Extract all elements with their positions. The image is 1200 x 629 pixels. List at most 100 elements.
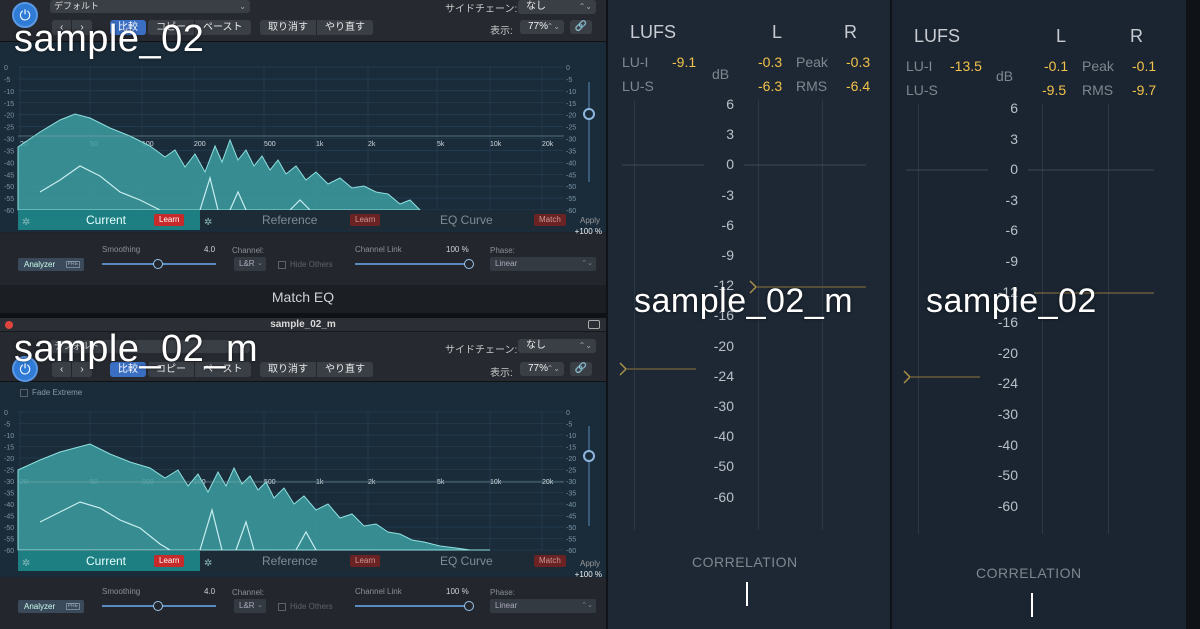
correlation-label: CORRELATION <box>692 554 798 570</box>
channel-link-knob[interactable] <box>464 601 474 611</box>
tab-strip: ✲ Current Learn ✲ Reference Learn EQ Curve Ma… <box>18 210 566 230</box>
channel-label: Channel: <box>232 588 265 597</box>
channel-link-label: Channel Link <box>355 245 402 254</box>
phase-select[interactable]: Linear ⌃⌄ <box>490 599 596 613</box>
learn-button-current[interactable]: Learn <box>154 214 185 226</box>
gear-icon[interactable]: ✲ <box>22 554 30 574</box>
undo-button[interactable]: 取り消す <box>260 362 317 377</box>
undo-button[interactable]: 取り消す <box>260 20 317 35</box>
db-tick-label: -25 <box>566 125 576 132</box>
tab-reference[interactable]: ✲ Reference Learn <box>204 551 384 571</box>
channel-link-value: 100 % <box>446 245 469 254</box>
checkbox-box[interactable] <box>278 260 286 269</box>
learn-button-current[interactable]: Learn <box>154 555 185 567</box>
overlay-label-meter-a: sample_02_m <box>634 282 854 320</box>
pre-badge[interactable]: PRE <box>65 261 80 268</box>
learn-button-reference[interactable]: Learn <box>350 555 381 567</box>
smoothing-knob[interactable] <box>153 259 163 269</box>
apply-fader-knob[interactable] <box>583 450 595 462</box>
channel-select[interactable]: L&R ⌄ <box>234 257 266 271</box>
analyzer-button[interactable]: Analyzer PRE <box>18 258 84 271</box>
meter-scale-label: 3 <box>726 126 734 143</box>
zoom-select[interactable]: 77% ⌃⌄ <box>520 20 564 34</box>
match-button[interactable]: Match <box>534 214 566 226</box>
gear-icon[interactable]: ✲ <box>22 213 30 233</box>
preset-select[interactable]: デフォルト ⌄ <box>50 0 250 13</box>
zoom-value: 77% <box>528 363 549 374</box>
db-tick-label: -55 <box>566 537 576 544</box>
db-tick-label: -35 <box>4 148 14 155</box>
tab-current[interactable]: ✲ Current Learn <box>18 210 200 230</box>
learn-button-reference[interactable]: Learn <box>350 214 381 226</box>
eq-graph-top[interactable]: 0 0 -5 -5 -10 -10 -15 -15 -20 -20 -25 -25 -30 -30 -35 -… <box>0 42 606 236</box>
match-button[interactable]: Match <box>534 555 566 567</box>
meter-scale-label: -20 <box>997 344 1018 361</box>
db-tick-label: -45 <box>4 172 14 179</box>
eq-graph-svg: 0 0 -5 -5 -10 -10 -15 -15 -20 -20 -25 -25 -30 -30 -35 -… <box>4 410 576 555</box>
meter-scale-label: 6 <box>726 96 734 112</box>
meter-scale-label: 3 <box>1010 130 1018 147</box>
loudness-meter-a: LUFS L R LU-I -9.1 LU-S dB -0.3 Peak -0.… <box>608 0 890 629</box>
gear-icon[interactable]: ✲ <box>204 554 212 574</box>
db-tick-label: -5 <box>566 422 572 429</box>
zoom-select[interactable]: 77% ⌃⌄ <box>520 362 564 376</box>
checkbox-box[interactable] <box>278 602 286 611</box>
db-tick-label: -40 <box>4 160 14 167</box>
tab-reference-label: Reference <box>262 213 318 227</box>
freq-tick-label: 5k <box>437 141 445 148</box>
meter-scale-label: 0 <box>726 156 734 173</box>
tab-eq-curve[interactable]: EQ Curve Match <box>388 210 566 230</box>
db-tick-label: -55 <box>4 196 14 203</box>
meter-scale-label: -50 <box>713 458 734 475</box>
gear-icon[interactable]: ✲ <box>204 213 212 233</box>
meter-scale-label: -3 <box>1005 191 1018 208</box>
apply-fader-knob[interactable] <box>583 108 595 120</box>
db-tick-label: -55 <box>566 196 576 203</box>
phase-value: Linear <box>495 601 518 610</box>
db-tick-label: -30 <box>566 137 576 144</box>
meter-scale-label: -6 <box>721 216 734 233</box>
freq-tick-label: 1k <box>316 141 324 148</box>
sidechain-label: サイドチェーン: <box>445 345 518 356</box>
undo-redo-segment: 取り消す やり直す <box>260 20 373 35</box>
smoothing-knob[interactable] <box>153 601 163 611</box>
chevron-updown-icon: ⌃⌄ <box>578 341 592 350</box>
smoothing-label: Smoothing <box>102 587 141 596</box>
channel-link-slider[interactable] <box>355 263 471 265</box>
db-tick-label: -30 <box>4 137 14 144</box>
apply-fader-track[interactable] <box>588 426 590 526</box>
sidechain-select[interactable]: なし ⌃⌄ <box>518 0 596 14</box>
redo-button[interactable]: やり直す <box>317 362 373 377</box>
channel-link-label: Channel Link <box>355 587 402 596</box>
pre-badge[interactable]: PRE <box>65 603 80 610</box>
eq-graph-bottom[interactable]: Fade Extreme 0 0 -5 -5 -10 -10 -15 -15 -20 -20 -25… <box>0 382 606 579</box>
analyzer-button[interactable]: Analyzer PRE <box>18 600 84 613</box>
tab-reference[interactable]: ✲ Reference Learn <box>204 210 384 230</box>
analyzer-label: Analyzer <box>24 260 56 269</box>
phase-select[interactable]: Linear ⌃⌄ <box>490 257 596 271</box>
channel-link-slider[interactable] <box>355 605 471 607</box>
tab-current-label: Current <box>86 213 127 227</box>
redo-button[interactable]: やり直す <box>317 20 373 35</box>
hide-others-checkbox[interactable]: Hide Others <box>278 260 333 269</box>
meter-scale-label: 0 <box>1010 161 1018 178</box>
db-tick-label: -60 <box>4 548 14 555</box>
channel-select[interactable]: L&R ⌄ <box>234 599 266 613</box>
tab-current[interactable]: ✲ Current Learn <box>18 551 200 571</box>
smoothing-value: 4.0 <box>204 245 216 254</box>
db-tick-label: -45 <box>566 514 576 521</box>
channel-link-knob[interactable] <box>464 259 474 269</box>
window-icon[interactable] <box>588 320 600 329</box>
link-button[interactable]: 🔗 <box>570 20 592 34</box>
db-tick-label: -20 <box>4 456 14 463</box>
tab-eq-curve[interactable]: EQ Curve Match <box>388 551 566 571</box>
apply-fader-track[interactable] <box>588 82 590 182</box>
loudness-meter-b: LUFS L R LU-I -13.5 LU-S dB -0.1 Peak -0… <box>892 0 1186 629</box>
sidechain-value: なし <box>526 1 546 12</box>
app-title: Match EQ <box>0 285 606 313</box>
hide-others-checkbox[interactable]: Hide Others <box>278 602 333 611</box>
sidechain-select[interactable]: なし ⌃⌄ <box>518 339 596 353</box>
eq-graph-svg: 0 0 -5 -5 -10 -10 -15 -15 -20 -20 -25 -25 -30 -30 -35 -… <box>4 65 576 215</box>
meter-scale-label: -3 <box>721 186 734 203</box>
link-button[interactable]: 🔗 <box>570 362 592 376</box>
